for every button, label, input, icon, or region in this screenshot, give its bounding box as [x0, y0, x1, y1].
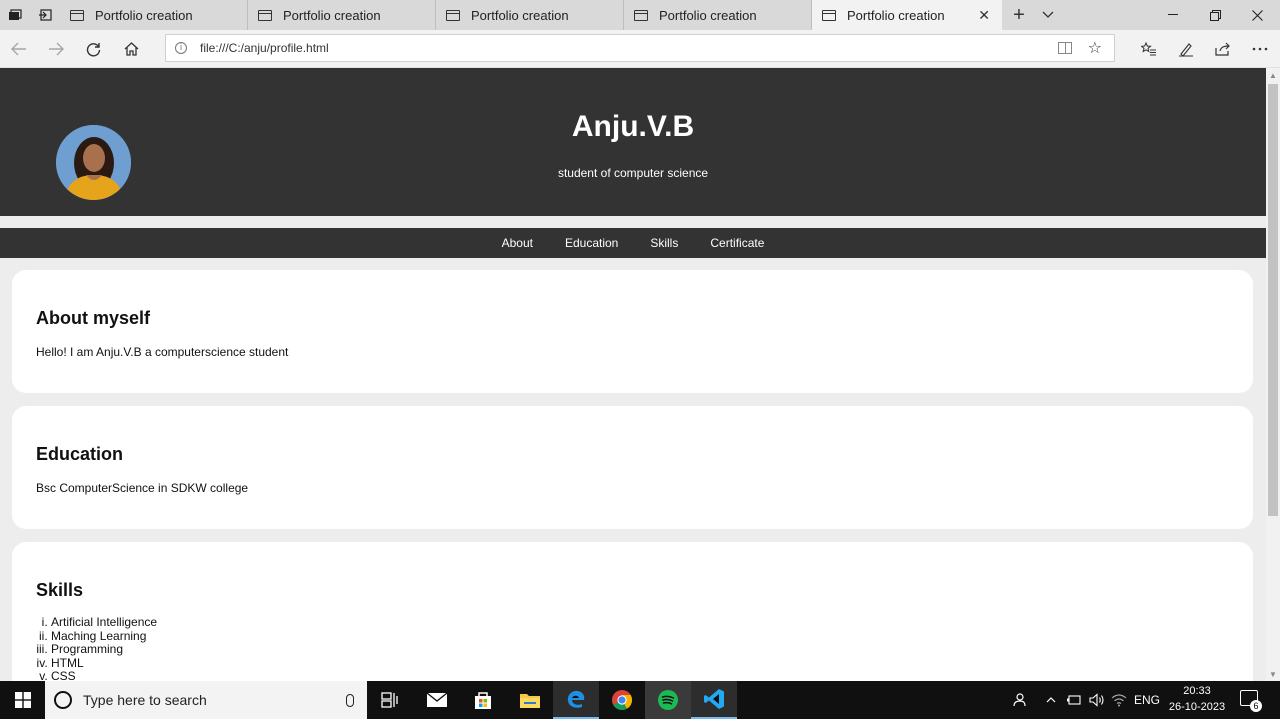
windows-start-icon[interactable]	[0, 681, 45, 719]
page-scrollbar[interactable]: ▲ ▼	[1266, 68, 1280, 681]
tab-title: Portfolio creation	[283, 7, 381, 23]
about-section: About myself Hello! I am Anju.V.B a comp…	[12, 270, 1253, 393]
tab-title: Portfolio creation	[659, 7, 757, 23]
profile-subtitle: student of computer science	[557, 166, 709, 180]
close-window-button[interactable]	[1234, 0, 1280, 30]
section-text: Hello! I am Anju.V.B a computerscience s…	[36, 345, 289, 359]
profile-name: Anju.V.B	[571, 110, 695, 143]
taskbar-search-box[interactable]: Type here to search	[45, 681, 367, 719]
browser-tab[interactable]: Portfolio creation	[436, 0, 624, 30]
clock-time: 20:33	[1183, 685, 1211, 697]
favorites-list-icon[interactable]	[1134, 34, 1164, 64]
browser-tab-bar: Portfolio creation Portfolio creation Po…	[0, 0, 1280, 30]
notification-count-badge: 6	[1250, 700, 1262, 712]
scroll-down-arrow-icon[interactable]: ▼	[1266, 667, 1280, 681]
site-header: Anju.V.B student of computer science	[0, 68, 1266, 216]
cortana-icon	[54, 691, 72, 709]
minimize-button[interactable]	[1150, 0, 1196, 30]
chrome-icon[interactable]	[599, 681, 645, 719]
mail-icon[interactable]	[414, 681, 460, 719]
page-icon	[446, 9, 460, 21]
section-heading: About myself	[36, 308, 151, 328]
section-heading: Skills	[36, 580, 84, 600]
info-icon[interactable]: i	[175, 42, 187, 54]
page-icon	[822, 9, 836, 21]
skills-list: Artificial Intelligence Maching Learning…	[51, 615, 157, 681]
list-item: Programming	[51, 642, 157, 657]
more-options-icon[interactable]	[1245, 34, 1275, 64]
reading-view-icon[interactable]	[1057, 42, 1072, 54]
store-icon[interactable]	[460, 681, 506, 719]
page-icon	[258, 9, 272, 21]
tab-title: Portfolio creation	[471, 7, 569, 23]
education-section: Education Bsc ComputerScience in SDKW co…	[12, 406, 1253, 529]
browser-tab[interactable]: Portfolio creation	[624, 0, 812, 30]
skills-section: Skills Artificial Intelligence Maching L…	[12, 542, 1253, 681]
favorite-star-icon[interactable]: ☆	[1088, 38, 1102, 58]
language-indicator[interactable]: ENG	[1133, 681, 1161, 719]
scroll-thumb[interactable]	[1268, 84, 1278, 516]
close-tab-icon[interactable]: ✕	[978, 7, 990, 24]
browser-toolbar: i file:///C:/anju/profile.html ☆	[0, 30, 1280, 68]
forward-arrow-icon[interactable]	[41, 34, 71, 64]
vscode-icon[interactable]	[691, 681, 737, 719]
battery-icon[interactable]	[1063, 681, 1085, 719]
address-bar[interactable]: i file:///C:/anju/profile.html ☆	[165, 34, 1115, 62]
chevron-down-icon[interactable]	[1036, 0, 1060, 30]
restore-button[interactable]	[1192, 0, 1238, 30]
nav-link-skills[interactable]: Skills	[634, 236, 694, 250]
scroll-up-arrow-icon[interactable]: ▲	[1266, 68, 1280, 82]
chevron-up-icon[interactable]	[1042, 681, 1060, 719]
site-nav: About Education Skills Certificate	[0, 228, 1266, 258]
wifi-icon[interactable]	[1108, 681, 1130, 719]
address-url[interactable]: file:///C:/anju/profile.html	[200, 41, 1058, 55]
section-heading: Education	[36, 444, 124, 464]
file-explorer-icon[interactable]	[507, 681, 553, 719]
nav-link-about[interactable]: About	[486, 236, 549, 250]
browser-tab[interactable]: Portfolio creation	[248, 0, 436, 30]
nav-link-education[interactable]: Education	[549, 236, 634, 250]
new-tab-button[interactable]: +	[1006, 0, 1032, 30]
list-item: CSS	[51, 669, 157, 681]
volume-icon[interactable]	[1086, 681, 1108, 719]
edge-browser-icon[interactable]	[553, 681, 599, 719]
refresh-icon[interactable]	[78, 34, 108, 64]
taskbar: Type here to search ENG 20:33 26-10-2023…	[0, 681, 1280, 719]
nav-link-certificate[interactable]: Certificate	[694, 236, 780, 250]
taskbar-clock[interactable]: 20:33 26-10-2023	[1162, 683, 1232, 715]
clock-date: 26-10-2023	[1168, 701, 1226, 713]
section-text: Bsc ComputerScience in SDKW college	[36, 481, 249, 495]
browser-tab-active[interactable]: Portfolio creation ✕	[812, 0, 1002, 30]
back-arrow-icon[interactable]	[4, 34, 34, 64]
list-item: Maching Learning	[51, 629, 157, 644]
microphone-icon[interactable]	[346, 693, 354, 707]
page-viewport: Anju.V.B student of computer science Abo…	[0, 68, 1266, 681]
set-aside-tabs-icon[interactable]	[30, 0, 60, 30]
tab-title: Portfolio creation	[847, 7, 945, 23]
tab-preview-icon[interactable]	[0, 0, 30, 30]
page-icon	[70, 9, 84, 21]
pen-icon[interactable]	[1171, 34, 1201, 64]
list-item: HTML	[51, 656, 157, 671]
list-item: Artificial Intelligence	[51, 615, 157, 630]
share-icon[interactable]	[1208, 34, 1238, 64]
search-placeholder: Type here to search	[83, 692, 207, 708]
people-icon[interactable]	[1006, 681, 1030, 719]
browser-tab[interactable]: Portfolio creation	[60, 0, 248, 30]
tab-title: Portfolio creation	[95, 7, 193, 23]
home-icon[interactable]	[116, 34, 146, 64]
page-icon	[634, 9, 648, 21]
spotify-icon[interactable]	[645, 681, 691, 719]
task-view-icon[interactable]	[367, 681, 413, 719]
